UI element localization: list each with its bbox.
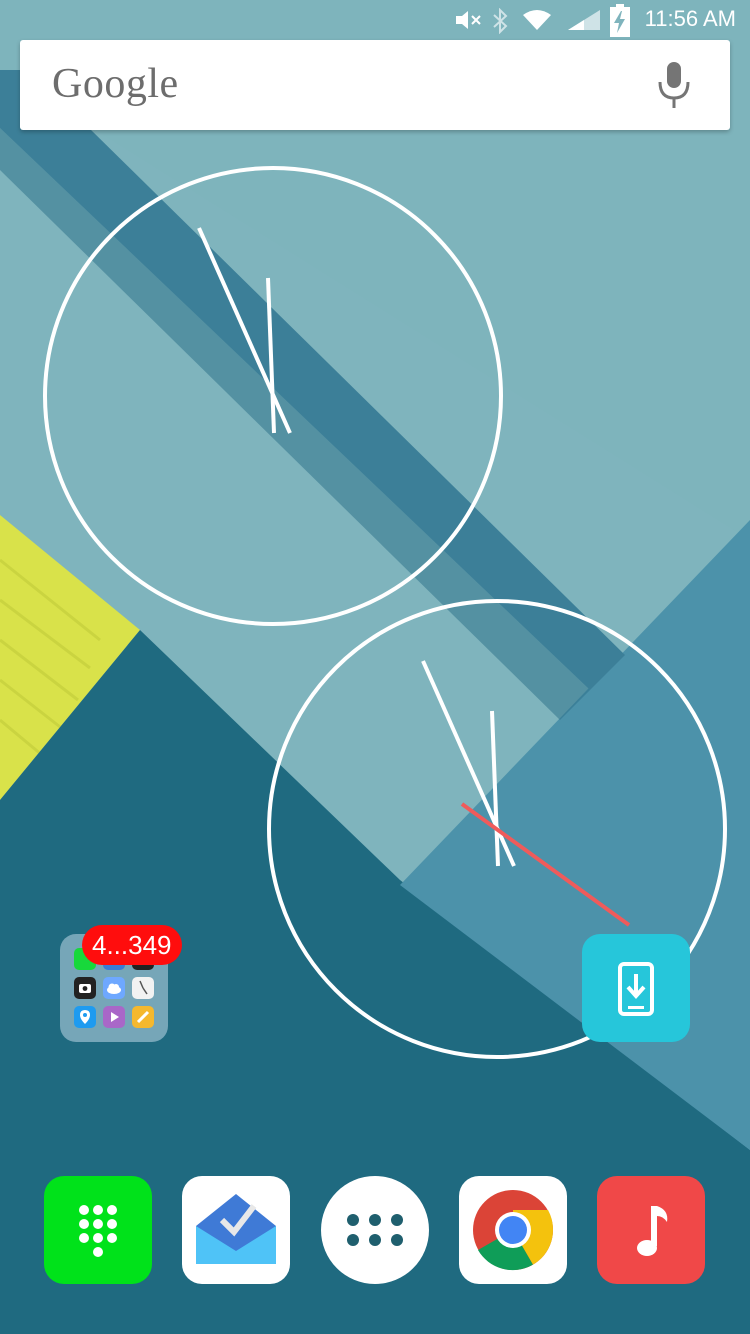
video-icon: [103, 1006, 125, 1028]
dock-chrome[interactable]: [459, 1176, 567, 1284]
notes-icon: [132, 1006, 154, 1028]
bluetooth-icon: [493, 8, 508, 34]
analog-clock-widget[interactable]: [42, 165, 504, 627]
battery-charging-icon: [610, 4, 630, 37]
google-logo: Google: [52, 61, 179, 107]
clock-icon: [132, 977, 154, 999]
dock-app-drawer[interactable]: [321, 1176, 429, 1284]
chrome-icon: [473, 1190, 554, 1271]
status-time: 11:56 AM: [644, 6, 736, 31]
hour-hand: [266, 277, 276, 434]
signal-icon: [568, 10, 600, 30]
dock-dialer[interactable]: [44, 1176, 152, 1284]
mute-icon: [456, 11, 481, 29]
phone-download-app[interactable]: [582, 934, 690, 1042]
wifi-icon: [523, 10, 551, 30]
inbox-icon: [196, 1194, 276, 1264]
notification-badge: 4...349: [82, 925, 182, 965]
dialer-icon: [79, 1205, 117, 1257]
camera-icon: [74, 977, 96, 999]
minute-hand: [421, 660, 516, 867]
music-icon: [637, 1206, 668, 1256]
dock-music[interactable]: [597, 1176, 705, 1284]
cloud-icon: [103, 977, 125, 999]
maps-icon: [74, 1006, 96, 1028]
google-search-bar[interactable]: Google: [20, 40, 730, 130]
status-bar: 11:56 AM: [0, 0, 750, 40]
app-drawer-icon: [347, 1214, 403, 1246]
hour-hand: [490, 710, 500, 867]
minute-hand: [197, 227, 292, 434]
dock-inbox[interactable]: [182, 1176, 290, 1284]
mic-icon[interactable]: [654, 60, 694, 110]
second-hand: [460, 802, 631, 927]
phone-download-icon: [618, 962, 654, 1016]
